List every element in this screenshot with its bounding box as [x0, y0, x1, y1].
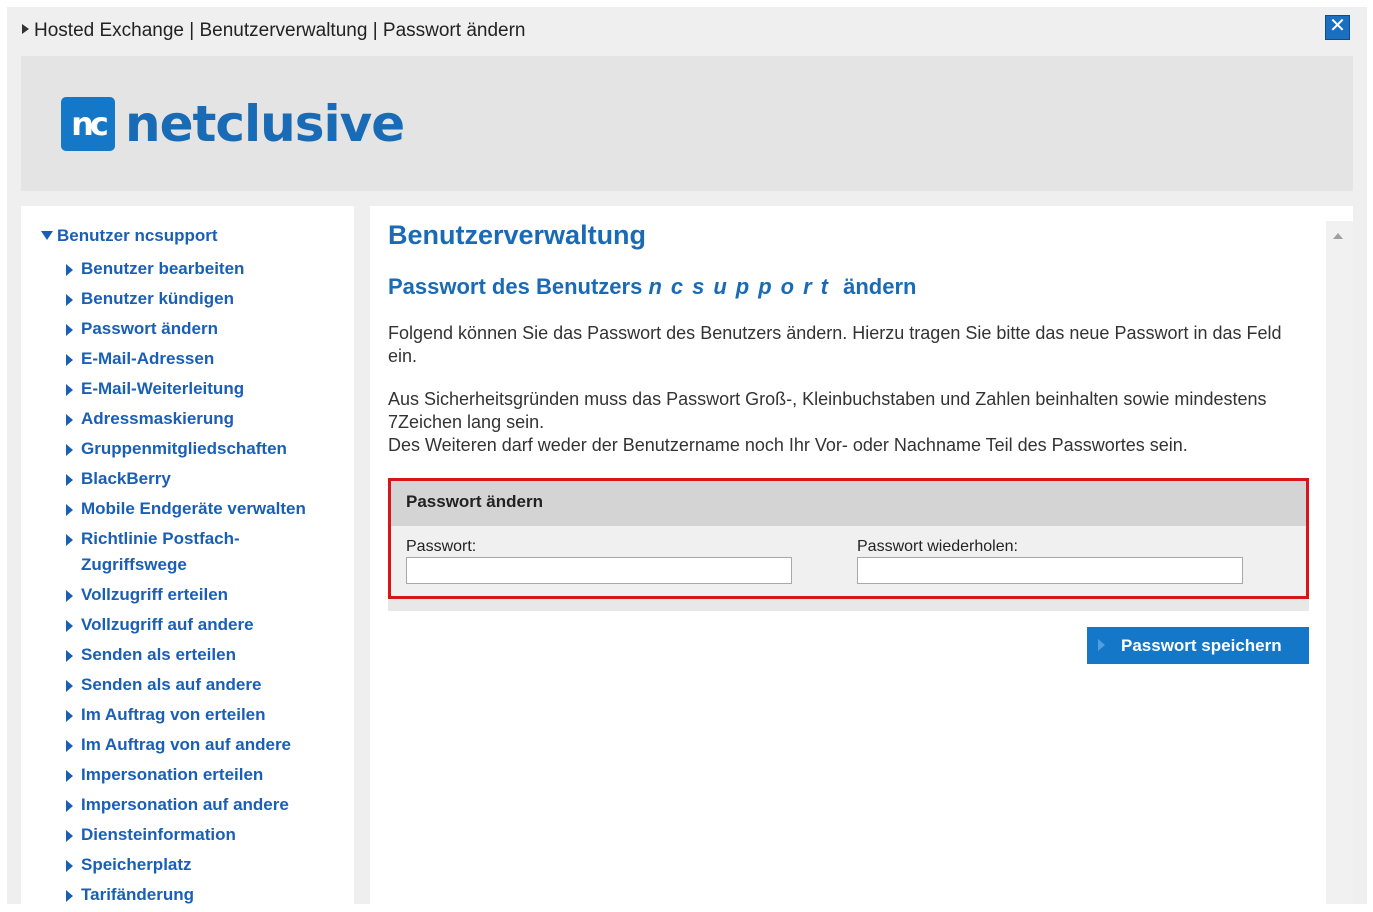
sidebar-item[interactable]: Mobile Endgeräte verwalten: [66, 496, 331, 522]
sidebar-item-label: Gruppenmitgliedschaften: [81, 439, 287, 458]
form-panel-footer: [388, 599, 1309, 611]
sidebar-item-label: Benutzer kündigen: [81, 289, 235, 308]
password-input[interactable]: [406, 557, 792, 584]
subtitle-suffix: ändern: [843, 274, 917, 299]
sidebar-item-label: E-Mail-Weiterleitung: [81, 379, 245, 398]
sidebar-item[interactable]: E-Mail-Adressen: [66, 346, 331, 372]
sidebar-item[interactable]: Diensteinformation: [66, 822, 331, 848]
arrow-right-icon: [66, 324, 73, 336]
sidebar-item-label: Im Auftrag von auf andere: [81, 735, 292, 754]
save-button-label: Passwort speichern: [1121, 635, 1282, 655]
logo-mark-icon: nc: [61, 97, 115, 151]
arrow-right-icon: [66, 264, 73, 276]
arrow-right-icon: [66, 890, 73, 902]
sidebar-item-label: Vollzugriff auf andere: [81, 615, 254, 634]
sidebar-item[interactable]: Vollzugriff erteilen: [66, 582, 331, 608]
sidebar-item-label: Impersonation auf andere: [81, 795, 289, 814]
section-heading: Passwort des Benutzers ncsupport ändern: [388, 274, 916, 300]
main-content: Benutzerverwaltung Passwort des Benutzer…: [370, 206, 1353, 904]
security-notice: Aus Sicherheitsgründen muss das Passwort…: [388, 388, 1308, 457]
sidebar-item-label: Diensteinformation: [81, 825, 236, 844]
sidebar-item-label: Mobile Endgeräte verwalten: [81, 499, 306, 518]
sidebar-item[interactable]: Speicherplatz: [66, 852, 331, 878]
arrow-right-icon: [66, 504, 73, 516]
sidebar-item[interactable]: Vollzugriff auf andere: [66, 612, 331, 638]
sidebar-item-label: Benutzer bearbeiten: [81, 259, 245, 278]
sidebar-item-label: Senden als auf andere: [81, 675, 262, 694]
password-label: Passwort:: [406, 538, 477, 555]
sidebar-item-label: Vollzugriff erteilen: [81, 585, 229, 604]
form-header: Passwort ändern: [391, 481, 1306, 526]
arrow-right-icon: [66, 650, 73, 662]
breadcrumb-arrow-icon: [22, 24, 29, 34]
arrow-right-icon: [66, 740, 73, 752]
close-button[interactable]: ✕: [1325, 15, 1350, 40]
sidebar-item-label: Adressmaskierung: [81, 409, 235, 428]
page-title: Benutzerverwaltung: [388, 220, 647, 250]
sidebar-item[interactable]: Senden als auf andere: [66, 672, 331, 698]
sidebar: Benutzer ncsupport Benutzer bearbeiten B…: [21, 206, 354, 904]
security-requirements-text: Aus Sicherheitsgründen muss das Passwort…: [388, 389, 1267, 432]
password-form-panel: Passwort ändern Passwort: Passwort wiede…: [388, 478, 1309, 599]
username: ncsupport: [648, 274, 837, 299]
arrow-right-icon: [66, 294, 73, 306]
sidebar-item[interactable]: Richtlinie Postfach-Zugriffswege: [66, 526, 256, 578]
arrow-right-icon: [66, 770, 73, 782]
sidebar-item[interactable]: Benutzer bearbeiten: [66, 256, 331, 282]
subtitle-prefix: Passwort des Benutzers: [388, 274, 643, 299]
sidebar-item[interactable]: Impersonation erteilen: [66, 762, 331, 788]
close-icon: ✕: [1329, 15, 1346, 37]
arrow-right-icon: [66, 830, 73, 842]
sidebar-item-label: Tarifänderung: [81, 885, 195, 904]
sidebar-item-label: Im Auftrag von erteilen: [81, 705, 266, 724]
header-banner: nc netclusive: [21, 56, 1353, 191]
sidebar-item[interactable]: Tarifänderung: [66, 882, 331, 908]
intro-text: Folgend können Sie das Passwort des Benu…: [388, 323, 1282, 366]
arrow-right-icon: [66, 414, 73, 426]
vertical-scrollbar[interactable]: [1326, 221, 1353, 904]
sidebar-item-label: Passwort ändern: [81, 319, 218, 338]
sidebar-root-user[interactable]: Benutzer ncsupport: [41, 226, 218, 246]
arrow-right-icon: [66, 710, 73, 722]
sidebar-item[interactable]: Senden als erteilen: [66, 642, 331, 668]
arrow-right-icon: [1098, 639, 1105, 651]
arrow-right-icon: [66, 354, 73, 366]
sidebar-item-label: Richtlinie Postfach-Zugriffswege: [81, 529, 240, 574]
sidebar-item[interactable]: E-Mail-Weiterleitung: [66, 376, 331, 402]
sidebar-item[interactable]: Gruppenmitgliedschaften: [66, 436, 331, 462]
sidebar-item[interactable]: Benutzer kündigen: [66, 286, 331, 312]
sidebar-item[interactable]: Impersonation auf andere: [66, 792, 331, 818]
expanded-arrow-icon: [41, 231, 53, 240]
arrow-right-icon: [66, 620, 73, 632]
sidebar-item-label: Impersonation erteilen: [81, 765, 264, 784]
arrow-right-icon: [66, 680, 73, 692]
arrow-right-icon: [66, 384, 73, 396]
sidebar-item-label: E-Mail-Adressen: [81, 349, 215, 368]
sidebar-item[interactable]: BlackBerry: [66, 466, 331, 492]
sidebar-item[interactable]: Im Auftrag von erteilen: [66, 702, 331, 728]
scroll-up-icon[interactable]: [1333, 233, 1343, 239]
sidebar-item[interactable]: Passwort ändern: [66, 316, 331, 342]
arrow-right-icon: [66, 590, 73, 602]
sidebar-root-label: Benutzer ncsupport: [57, 226, 218, 245]
sidebar-item-label: Speicherplatz: [81, 855, 192, 874]
breadcrumb: Hosted Exchange | Benutzerverwaltung | P…: [22, 20, 525, 42]
arrow-right-icon: [66, 534, 73, 546]
arrow-right-icon: [66, 800, 73, 812]
logo-text: netclusive: [125, 95, 405, 153]
sidebar-item[interactable]: Im Auftrag von auf andere: [66, 732, 331, 758]
security-name-rule-text: Des Weiteren darf weder der Benutzername…: [388, 435, 1188, 455]
arrow-right-icon: [66, 474, 73, 486]
sidebar-menu: Benutzer bearbeiten Benutzer kündigen Pa…: [66, 256, 331, 912]
arrow-right-icon: [66, 860, 73, 872]
sidebar-item-label: BlackBerry: [81, 469, 171, 488]
breadcrumb-text: Hosted Exchange | Benutzerverwaltung | P…: [34, 20, 526, 41]
sidebar-item-label: Senden als erteilen: [81, 645, 236, 664]
password-repeat-label: Passwort wiederholen:: [857, 538, 1018, 555]
password-repeat-input[interactable]: [857, 557, 1243, 584]
sidebar-item[interactable]: Adressmaskierung: [66, 406, 331, 432]
netclusive-logo: nc netclusive: [61, 84, 405, 164]
save-password-button[interactable]: Passwort speichern: [1087, 627, 1309, 664]
arrow-right-icon: [66, 444, 73, 456]
